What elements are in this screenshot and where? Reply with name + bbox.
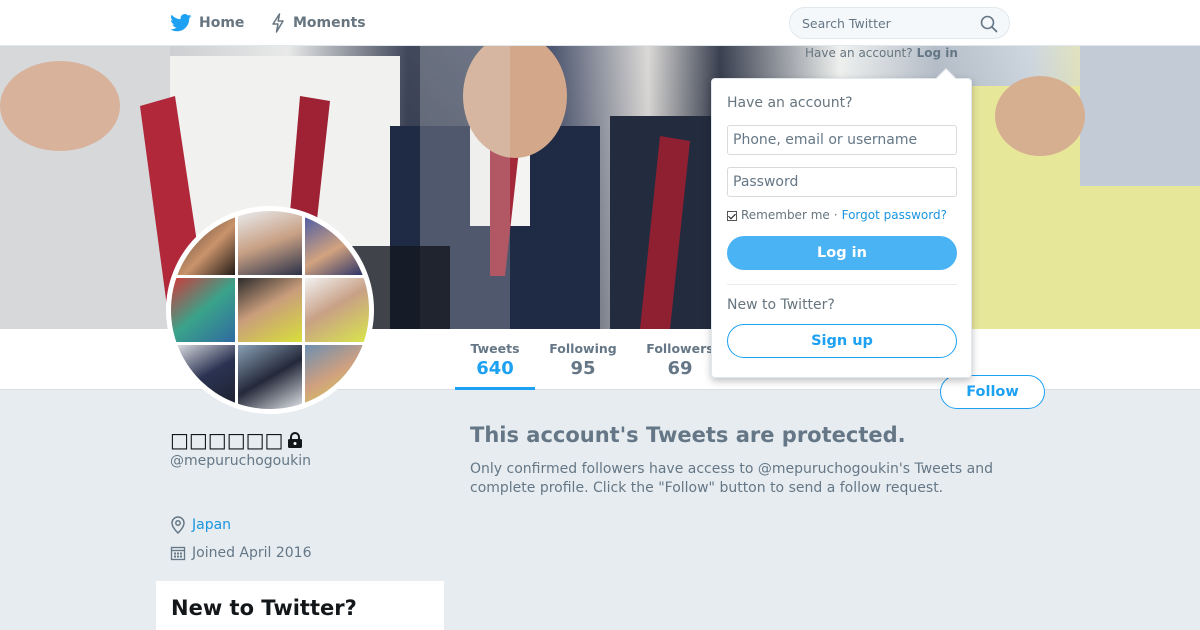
- login-link[interactable]: Log in: [917, 46, 958, 60]
- screen-name[interactable]: @mepuruchogoukin: [170, 453, 311, 469]
- profile-name: □□□□□□: [170, 428, 304, 452]
- stat-followers[interactable]: Followers 69: [644, 341, 716, 379]
- stat-following[interactable]: Following 95: [545, 341, 621, 379]
- protected-title: This account's Tweets are protected.: [470, 423, 906, 447]
- login-heading: Have an account?: [727, 95, 853, 111]
- profile-joined: Joined April 2016: [170, 543, 312, 563]
- stat-label: Tweets: [470, 341, 520, 356]
- avatar-tile: [238, 211, 302, 275]
- profile-location: Japan: [170, 515, 231, 535]
- stat-label: Following: [549, 341, 617, 356]
- login-button[interactable]: Log in: [727, 236, 957, 270]
- twitter-bird-icon: [170, 14, 192, 32]
- search-input[interactable]: Search Twitter: [789, 7, 1010, 39]
- lightning-icon: [270, 13, 286, 33]
- stat-value: 95: [570, 358, 596, 379]
- calendar-icon: [170, 545, 188, 561]
- avatar-tile: [305, 278, 369, 342]
- avatar-tile: [171, 211, 235, 275]
- forgot-password-link[interactable]: Forgot password?: [842, 208, 947, 222]
- profile-name-text: □□□□□□: [170, 428, 284, 452]
- have-account-prompt: Have an account? Log in: [805, 46, 958, 61]
- remember-me-checkbox[interactable]: [727, 211, 737, 221]
- location-pin-icon: [170, 516, 188, 534]
- remember-row: Remember me · Forgot password?: [727, 208, 947, 222]
- avatar-tile: [238, 278, 302, 342]
- login-dropdown: Have an account? Remember me · Forgot pa…: [711, 68, 972, 378]
- avatar-collage: [171, 211, 369, 409]
- avatar-tile: [305, 345, 369, 409]
- stat-value: 69: [667, 358, 693, 379]
- nav-home-label: Home: [199, 15, 245, 31]
- location-link[interactable]: Japan: [192, 517, 231, 533]
- follow-button[interactable]: Follow: [940, 375, 1045, 409]
- search-icon[interactable]: [980, 15, 998, 36]
- username-field[interactable]: [727, 125, 957, 155]
- top-nav: Home Moments Search Twitter: [0, 0, 1200, 46]
- new-to-twitter-heading: New to Twitter?: [727, 297, 835, 313]
- avatar[interactable]: [166, 206, 374, 414]
- stat-label: Followers: [646, 341, 714, 356]
- signup-button[interactable]: Sign up: [727, 324, 957, 358]
- lock-icon: [286, 431, 304, 449]
- new-to-twitter-card: New to Twitter?: [156, 581, 444, 630]
- divider: [727, 284, 957, 285]
- nav-home[interactable]: Home: [170, 0, 244, 46]
- separator: ·: [833, 208, 838, 222]
- joined-text: Joined April 2016: [192, 545, 312, 561]
- avatar-tile: [238, 345, 302, 409]
- have-account-text: Have an account?: [805, 46, 913, 60]
- avatar-tile: [171, 278, 235, 342]
- nav-moments[interactable]: Moments: [270, 0, 366, 46]
- password-field[interactable]: [727, 167, 957, 197]
- profile-page: Home Moments Search Twitter Have an acco…: [0, 0, 1200, 630]
- remember-me-label[interactable]: Remember me: [741, 208, 830, 222]
- avatar-tile: [171, 345, 235, 409]
- protected-text: Only confirmed followers have access to …: [470, 461, 993, 496]
- new-to-twitter-title: New to Twitter?: [171, 596, 357, 620]
- search-placeholder: Search Twitter: [802, 15, 891, 31]
- stat-value: 640: [476, 358, 514, 379]
- stat-tweets[interactable]: Tweets 640: [455, 341, 535, 390]
- nav-moments-label: Moments: [293, 15, 366, 31]
- avatar-tile: [305, 211, 369, 275]
